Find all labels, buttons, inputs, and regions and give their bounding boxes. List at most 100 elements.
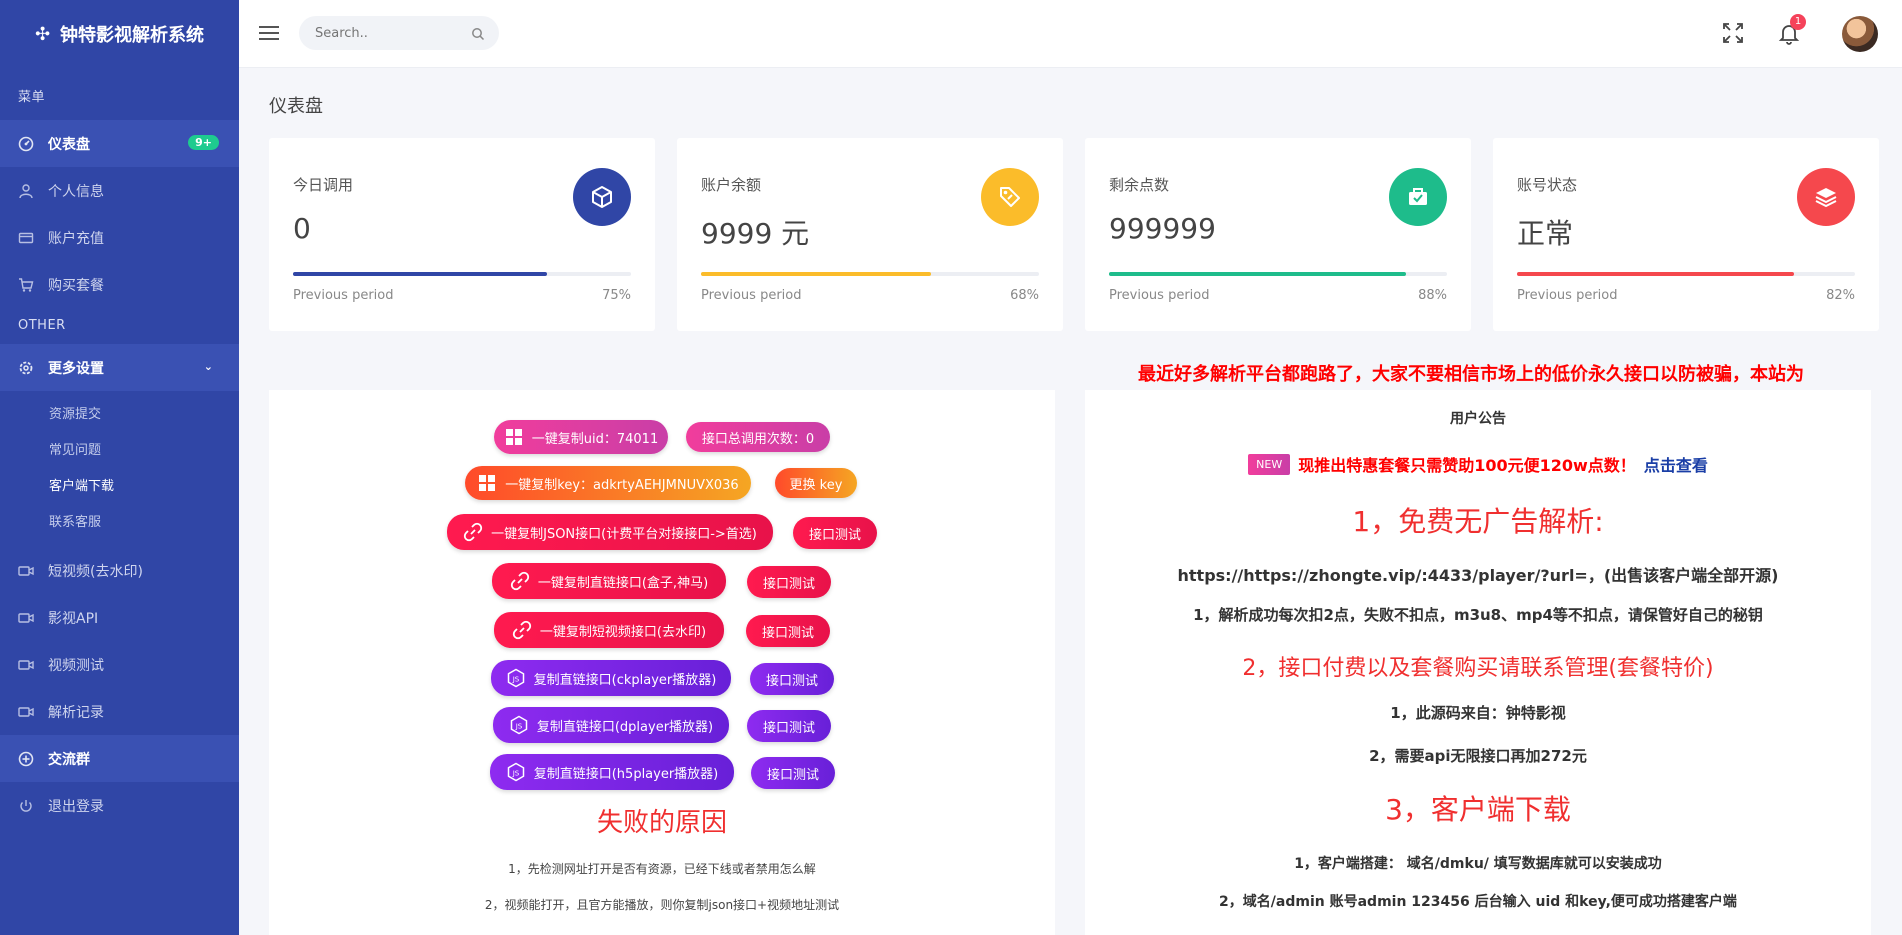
copy-short-video-button[interactable]: 一键复制短视频接口(去水印) <box>494 612 724 648</box>
api-panel: 一键复制uid：74011 接口总调用次数：0 一键复制key：adkrtyAE… <box>269 390 1055 935</box>
page-title: 仪表盘 <box>269 96 323 117</box>
sidebar-item-label: 解析记录 <box>48 704 104 721</box>
dashboard-icon <box>18 136 34 152</box>
sidebar: ✣ 钟特影视解析系统 菜单 仪表盘 9+ 个人信息 账户充值 购买套餐 OTHE… <box>0 0 239 935</box>
sidebar-item-recharge[interactable]: 账户充值 <box>0 214 239 261</box>
button-label: 一键复制uid：74011 <box>531 431 659 447</box>
menu-icon[interactable] <box>259 22 279 44</box>
video-icon <box>18 610 34 626</box>
button-label: 接口测试 <box>761 625 814 641</box>
button-label: 接口测试 <box>808 527 861 543</box>
card-percent: 88% <box>1418 288 1447 303</box>
video-icon <box>18 563 34 579</box>
test-h5player-button[interactable]: 接口测试 <box>751 757 835 789</box>
button-label: 复制直链接口(dplayer播放器) <box>536 719 714 735</box>
button-label: 接口测试 <box>762 576 815 592</box>
submenu-item-resource[interactable]: 资源提交 <box>49 397 239 433</box>
copy-uid-button[interactable]: 一键复制uid：74011 <box>494 420 668 454</box>
power-icon <box>18 798 34 814</box>
scrolling-notice: 最近好多解析平台都跑路了，大家不要相信市场上的低价永久接口以防被骗，本站为 <box>1138 364 1804 385</box>
source-line: 1，此源码来自：钟特影视 <box>1390 704 1566 722</box>
card-prev-label: Previous period <box>1517 288 1618 303</box>
new-badge: NEW <box>1248 453 1291 475</box>
button-label: 复制直链接口(ckplayer播放器) <box>533 672 717 688</box>
stat-card-points: 剩余点数 999999 Previous period 88% <box>1085 138 1471 331</box>
card-value: 正常 <box>1517 217 1574 250</box>
notice-heading-3: 3，客户端下载 <box>1385 793 1571 826</box>
failure-line: 1，先检测网址打开是否有资源，已经下线或者禁用怎么解 <box>508 862 816 876</box>
test-direct-button[interactable]: 接口测试 <box>747 566 831 598</box>
search-box <box>299 16 499 50</box>
copy-direct-button[interactable]: 一键复制直链接口(盒子,神马) <box>492 563 726 599</box>
card-percent: 82% <box>1826 288 1855 303</box>
sidebar-item-buy-package[interactable]: 购买套餐 <box>0 261 239 308</box>
sidebar-item-more-settings[interactable]: 更多设置 ⌄ <box>0 344 239 391</box>
button-label: 一键复制JSON接口(计费平台对接接口->首选) <box>491 526 757 542</box>
notification-count: 1 <box>1790 14 1806 30</box>
copy-h5player-button[interactable]: JS 复制直链接口(h5player播放器) <box>490 754 734 790</box>
copy-ckplayer-button[interactable]: JS 复制直链接口(ckplayer播放器) <box>491 660 731 696</box>
grid-icon <box>505 429 522 445</box>
search-icon[interactable] <box>471 26 485 45</box>
sidebar-item-parse-log[interactable]: 解析记录 <box>0 688 239 735</box>
sidebar-item-video-api[interactable]: 影视API <box>0 594 239 641</box>
video-icon <box>18 704 34 720</box>
card-prev-label: Previous period <box>1109 288 1210 303</box>
avatar[interactable] <box>1842 16 1878 52</box>
sidebar-item-label: 更多设置 <box>48 360 104 377</box>
grid-icon <box>479 475 496 491</box>
link-icon <box>512 620 532 640</box>
section-menu: 菜单 <box>18 90 46 105</box>
test-short-video-button[interactable]: 接口测试 <box>746 615 830 647</box>
progress-bar <box>1517 272 1855 276</box>
tag-icon <box>981 168 1039 226</box>
search-input[interactable] <box>315 25 455 41</box>
sidebar-item-label: 视频测试 <box>48 657 104 674</box>
bell-icon[interactable]: 1 <box>1776 14 1806 46</box>
sidebar-item-profile[interactable]: 个人信息 <box>0 167 239 214</box>
copy-key-button[interactable]: 一键复制key：adkrtyAEHJMNUVX036 <box>465 466 751 500</box>
sidebar-item-logout[interactable]: 退出登录 <box>0 782 239 829</box>
sidebar-item-group[interactable]: 交流群 <box>0 735 239 782</box>
progress-fill <box>293 272 547 276</box>
cart-icon <box>18 277 34 293</box>
sidebar-item-dashboard[interactable]: 仪表盘 9+ <box>0 120 239 167</box>
sidebar-item-video-test[interactable]: 视频测试 <box>0 641 239 688</box>
promo-link[interactable]: 点击查看 <box>1644 452 1708 476</box>
stat-card-balance: 账户余额 9999 元 Previous period 68% <box>677 138 1063 331</box>
sidebar-item-label: 退出登录 <box>48 798 104 815</box>
submenu-item-client-download[interactable]: 客户端下载 <box>49 469 239 505</box>
svg-text:JS: JS <box>515 723 523 731</box>
copy-dplayer-button[interactable]: JS 复制直链接口(dplayer播放器) <box>493 707 729 743</box>
promo-text: 现推出特惠套餐只需赞助100元便120w点数！ <box>1298 456 1636 475</box>
client-admin-line: 2，域名/admin 账号admin 123456 后台输入 uid 和key,… <box>1219 894 1737 910</box>
progress-fill <box>701 272 931 276</box>
section-other: OTHER <box>18 318 66 333</box>
button-label: 接口总调用次数：0 <box>701 431 815 447</box>
submenu-item-faq[interactable]: 常见问题 <box>49 433 239 469</box>
change-key-button[interactable]: 更换 key <box>775 468 857 498</box>
card-prev-label: Previous period <box>293 288 394 303</box>
sidebar-item-label: 交流群 <box>48 751 90 768</box>
nodejs-icon: JS <box>507 762 524 782</box>
submenu-item-support[interactable]: 联系客服 <box>49 505 239 541</box>
card-value: 0 <box>293 212 311 245</box>
client-setup-line: 1，客户端搭建： 域名/dmku/ 填写数据库就可以安装成功 <box>1294 856 1662 872</box>
card-prev-label: Previous period <box>701 288 802 303</box>
card-value: 999999 <box>1109 212 1216 245</box>
test-ckplayer-button[interactable]: 接口测试 <box>750 663 834 695</box>
video-icon <box>18 657 34 673</box>
fullscreen-icon[interactable] <box>1720 20 1746 46</box>
call-count-button[interactable]: 接口总调用次数：0 <box>686 422 830 452</box>
plus-circle-icon <box>18 751 34 767</box>
brand[interactable]: ✣ 钟特影视解析系统 <box>0 0 239 68</box>
progress-bar <box>701 272 1039 276</box>
svg-text:JS: JS <box>511 770 519 778</box>
copy-json-button[interactable]: 一键复制JSON接口(计费平台对接接口->首选) <box>447 514 773 550</box>
test-dplayer-button[interactable]: 接口测试 <box>747 710 831 742</box>
progress-fill <box>1109 272 1407 276</box>
stat-card-status: 账号状态 正常 Previous period 82% <box>1493 138 1879 331</box>
sidebar-item-short-video[interactable]: 短视频(去水印) <box>0 547 239 594</box>
test-json-button[interactable]: 接口测试 <box>793 517 877 549</box>
topbar: 1 <box>239 0 1902 68</box>
